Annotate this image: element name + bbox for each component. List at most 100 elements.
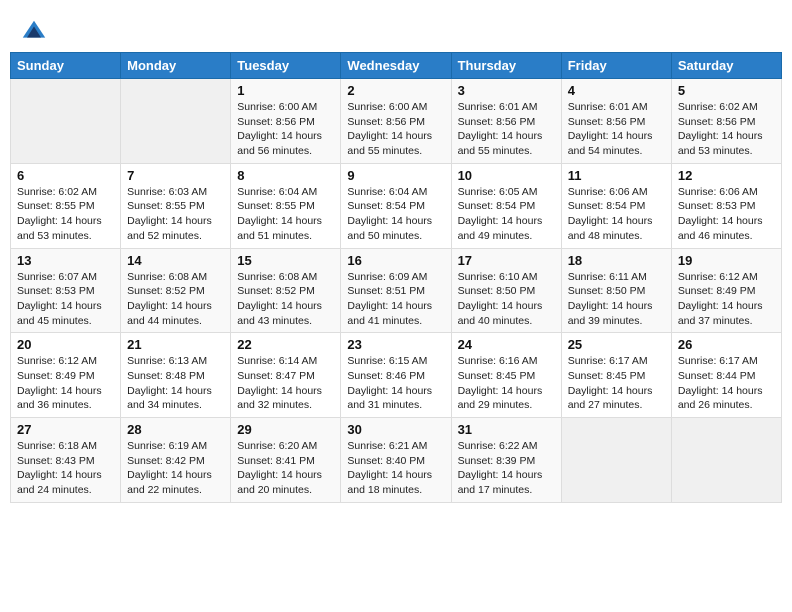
day-number: 30 bbox=[347, 422, 444, 437]
calendar-cell: 25 Sunrise: 6:17 AMSunset: 8:45 PMDaylig… bbox=[561, 333, 671, 418]
calendar-cell: 27 Sunrise: 6:18 AMSunset: 8:43 PMDaylig… bbox=[11, 418, 121, 503]
day-number: 3 bbox=[458, 83, 555, 98]
day-number: 26 bbox=[678, 337, 775, 352]
calendar-cell: 17 Sunrise: 6:10 AMSunset: 8:50 PMDaylig… bbox=[451, 248, 561, 333]
day-info: Sunrise: 6:05 AMSunset: 8:54 PMDaylight:… bbox=[458, 185, 555, 244]
calendar-cell bbox=[671, 418, 781, 503]
day-number: 29 bbox=[237, 422, 334, 437]
calendar-cell: 19 Sunrise: 6:12 AMSunset: 8:49 PMDaylig… bbox=[671, 248, 781, 333]
day-number: 12 bbox=[678, 168, 775, 183]
calendar-cell: 31 Sunrise: 6:22 AMSunset: 8:39 PMDaylig… bbox=[451, 418, 561, 503]
day-info: Sunrise: 6:02 AMSunset: 8:56 PMDaylight:… bbox=[678, 100, 775, 159]
day-info: Sunrise: 6:18 AMSunset: 8:43 PMDaylight:… bbox=[17, 439, 114, 498]
day-info: Sunrise: 6:04 AMSunset: 8:55 PMDaylight:… bbox=[237, 185, 334, 244]
day-number: 8 bbox=[237, 168, 334, 183]
day-number: 18 bbox=[568, 253, 665, 268]
calendar-cell: 23 Sunrise: 6:15 AMSunset: 8:46 PMDaylig… bbox=[341, 333, 451, 418]
day-number: 28 bbox=[127, 422, 224, 437]
day-info: Sunrise: 6:01 AMSunset: 8:56 PMDaylight:… bbox=[568, 100, 665, 159]
day-info: Sunrise: 6:08 AMSunset: 8:52 PMDaylight:… bbox=[127, 270, 224, 329]
day-info: Sunrise: 6:14 AMSunset: 8:47 PMDaylight:… bbox=[237, 354, 334, 413]
calendar-cell: 14 Sunrise: 6:08 AMSunset: 8:52 PMDaylig… bbox=[121, 248, 231, 333]
calendar-cell: 16 Sunrise: 6:09 AMSunset: 8:51 PMDaylig… bbox=[341, 248, 451, 333]
calendar-table: SundayMondayTuesdayWednesdayThursdayFrid… bbox=[10, 52, 782, 503]
day-info: Sunrise: 6:06 AMSunset: 8:53 PMDaylight:… bbox=[678, 185, 775, 244]
calendar-cell: 10 Sunrise: 6:05 AMSunset: 8:54 PMDaylig… bbox=[451, 163, 561, 248]
calendar-cell: 1 Sunrise: 6:00 AMSunset: 8:56 PMDayligh… bbox=[231, 79, 341, 164]
calendar-cell: 29 Sunrise: 6:20 AMSunset: 8:41 PMDaylig… bbox=[231, 418, 341, 503]
calendar-week-row: 1 Sunrise: 6:00 AMSunset: 8:56 PMDayligh… bbox=[11, 79, 782, 164]
day-number: 11 bbox=[568, 168, 665, 183]
day-number: 27 bbox=[17, 422, 114, 437]
day-info: Sunrise: 6:15 AMSunset: 8:46 PMDaylight:… bbox=[347, 354, 444, 413]
day-number: 4 bbox=[568, 83, 665, 98]
calendar-cell: 11 Sunrise: 6:06 AMSunset: 8:54 PMDaylig… bbox=[561, 163, 671, 248]
day-info: Sunrise: 6:21 AMSunset: 8:40 PMDaylight:… bbox=[347, 439, 444, 498]
calendar-cell: 3 Sunrise: 6:01 AMSunset: 8:56 PMDayligh… bbox=[451, 79, 561, 164]
calendar-cell bbox=[561, 418, 671, 503]
calendar-cell: 9 Sunrise: 6:04 AMSunset: 8:54 PMDayligh… bbox=[341, 163, 451, 248]
calendar-cell: 8 Sunrise: 6:04 AMSunset: 8:55 PMDayligh… bbox=[231, 163, 341, 248]
day-number: 17 bbox=[458, 253, 555, 268]
day-number: 19 bbox=[678, 253, 775, 268]
day-number: 25 bbox=[568, 337, 665, 352]
day-number: 15 bbox=[237, 253, 334, 268]
day-info: Sunrise: 6:08 AMSunset: 8:52 PMDaylight:… bbox=[237, 270, 334, 329]
day-number: 7 bbox=[127, 168, 224, 183]
day-number: 23 bbox=[347, 337, 444, 352]
day-info: Sunrise: 6:17 AMSunset: 8:44 PMDaylight:… bbox=[678, 354, 775, 413]
calendar-week-row: 6 Sunrise: 6:02 AMSunset: 8:55 PMDayligh… bbox=[11, 163, 782, 248]
calendar-week-row: 20 Sunrise: 6:12 AMSunset: 8:49 PMDaylig… bbox=[11, 333, 782, 418]
day-info: Sunrise: 6:06 AMSunset: 8:54 PMDaylight:… bbox=[568, 185, 665, 244]
page-header bbox=[10, 10, 782, 52]
day-number: 13 bbox=[17, 253, 114, 268]
calendar-cell: 21 Sunrise: 6:13 AMSunset: 8:48 PMDaylig… bbox=[121, 333, 231, 418]
day-info: Sunrise: 6:00 AMSunset: 8:56 PMDaylight:… bbox=[237, 100, 334, 159]
day-info: Sunrise: 6:12 AMSunset: 8:49 PMDaylight:… bbox=[17, 354, 114, 413]
weekday-header: Thursday bbox=[451, 53, 561, 79]
weekday-header: Tuesday bbox=[231, 53, 341, 79]
day-info: Sunrise: 6:17 AMSunset: 8:45 PMDaylight:… bbox=[568, 354, 665, 413]
calendar-cell: 4 Sunrise: 6:01 AMSunset: 8:56 PMDayligh… bbox=[561, 79, 671, 164]
calendar-cell bbox=[11, 79, 121, 164]
day-info: Sunrise: 6:19 AMSunset: 8:42 PMDaylight:… bbox=[127, 439, 224, 498]
day-number: 6 bbox=[17, 168, 114, 183]
day-info: Sunrise: 6:12 AMSunset: 8:49 PMDaylight:… bbox=[678, 270, 775, 329]
day-info: Sunrise: 6:09 AMSunset: 8:51 PMDaylight:… bbox=[347, 270, 444, 329]
day-info: Sunrise: 6:02 AMSunset: 8:55 PMDaylight:… bbox=[17, 185, 114, 244]
day-info: Sunrise: 6:01 AMSunset: 8:56 PMDaylight:… bbox=[458, 100, 555, 159]
weekday-header: Sunday bbox=[11, 53, 121, 79]
logo bbox=[20, 18, 52, 46]
calendar-cell: 6 Sunrise: 6:02 AMSunset: 8:55 PMDayligh… bbox=[11, 163, 121, 248]
day-info: Sunrise: 6:16 AMSunset: 8:45 PMDaylight:… bbox=[458, 354, 555, 413]
calendar-cell: 26 Sunrise: 6:17 AMSunset: 8:44 PMDaylig… bbox=[671, 333, 781, 418]
day-info: Sunrise: 6:11 AMSunset: 8:50 PMDaylight:… bbox=[568, 270, 665, 329]
day-info: Sunrise: 6:22 AMSunset: 8:39 PMDaylight:… bbox=[458, 439, 555, 498]
logo-icon bbox=[20, 18, 48, 46]
day-number: 2 bbox=[347, 83, 444, 98]
day-info: Sunrise: 6:13 AMSunset: 8:48 PMDaylight:… bbox=[127, 354, 224, 413]
calendar-cell: 7 Sunrise: 6:03 AMSunset: 8:55 PMDayligh… bbox=[121, 163, 231, 248]
day-number: 14 bbox=[127, 253, 224, 268]
calendar-cell: 13 Sunrise: 6:07 AMSunset: 8:53 PMDaylig… bbox=[11, 248, 121, 333]
calendar-cell: 5 Sunrise: 6:02 AMSunset: 8:56 PMDayligh… bbox=[671, 79, 781, 164]
day-number: 1 bbox=[237, 83, 334, 98]
calendar-cell: 18 Sunrise: 6:11 AMSunset: 8:50 PMDaylig… bbox=[561, 248, 671, 333]
day-info: Sunrise: 6:07 AMSunset: 8:53 PMDaylight:… bbox=[17, 270, 114, 329]
day-info: Sunrise: 6:04 AMSunset: 8:54 PMDaylight:… bbox=[347, 185, 444, 244]
day-number: 31 bbox=[458, 422, 555, 437]
day-number: 16 bbox=[347, 253, 444, 268]
calendar-cell: 30 Sunrise: 6:21 AMSunset: 8:40 PMDaylig… bbox=[341, 418, 451, 503]
day-info: Sunrise: 6:03 AMSunset: 8:55 PMDaylight:… bbox=[127, 185, 224, 244]
calendar-cell bbox=[121, 79, 231, 164]
calendar-cell: 22 Sunrise: 6:14 AMSunset: 8:47 PMDaylig… bbox=[231, 333, 341, 418]
calendar-cell: 28 Sunrise: 6:19 AMSunset: 8:42 PMDaylig… bbox=[121, 418, 231, 503]
day-info: Sunrise: 6:10 AMSunset: 8:50 PMDaylight:… bbox=[458, 270, 555, 329]
day-number: 22 bbox=[237, 337, 334, 352]
weekday-header: Friday bbox=[561, 53, 671, 79]
calendar-cell: 12 Sunrise: 6:06 AMSunset: 8:53 PMDaylig… bbox=[671, 163, 781, 248]
calendar-cell: 2 Sunrise: 6:00 AMSunset: 8:56 PMDayligh… bbox=[341, 79, 451, 164]
day-number: 9 bbox=[347, 168, 444, 183]
day-info: Sunrise: 6:20 AMSunset: 8:41 PMDaylight:… bbox=[237, 439, 334, 498]
day-number: 10 bbox=[458, 168, 555, 183]
